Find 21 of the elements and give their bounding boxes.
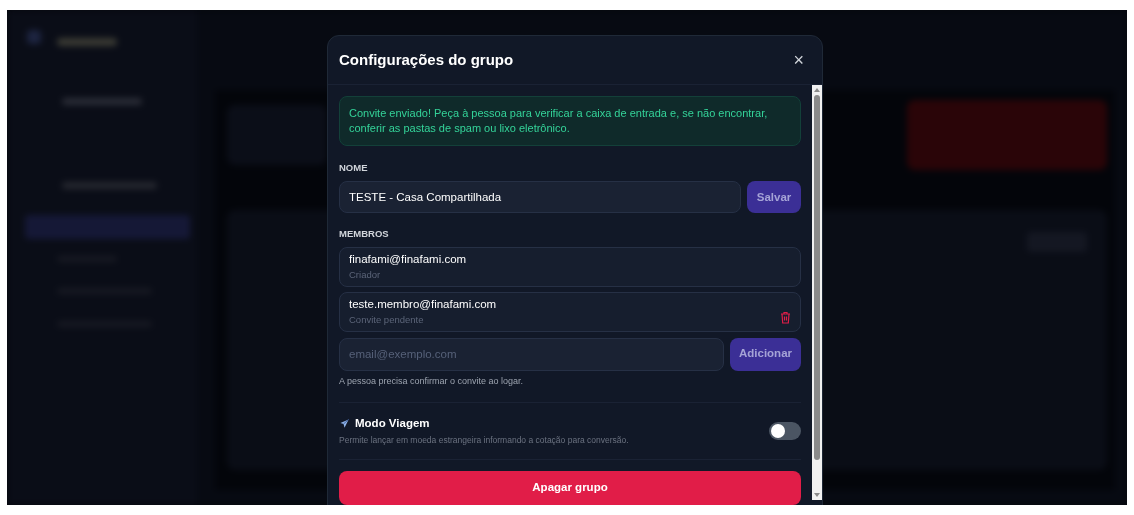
email-input-field[interactable]: email@exemplo.com [339,337,724,371]
airplane-icon [339,418,350,430]
name-input-field[interactable]: TESTE - Casa Compartilhada [339,181,741,214]
success-alert: Convite enviado! Peça à pessoa para verificar a caixa de entrada e, se não encontrar, conferir as pastas de spam ou lixo eletrônico. [339,96,801,146]
member-role: Criador [349,268,382,282]
trash-icon[interactable] [780,311,791,324]
travel-mode-label: Modo Viagem [355,416,430,431]
save-button[interactable]: Salvar [747,181,801,214]
scrollbar[interactable] [812,85,822,500]
member-email: finafami@finafami.com [349,251,467,267]
section-label: NOME [339,161,369,175]
member-email: teste.membro@finafami.com [349,296,497,312]
dialog-title: Configurações do grupo [339,49,514,70]
travel-mode-toggle[interactable] [769,422,801,440]
delete-group-button[interactable]: Apagar grupo [339,471,801,505]
section-label: MEMBROS [339,227,390,242]
close-button[interactable]: × [793,51,804,69]
add-button[interactable]: Adicionar [730,337,801,371]
hint-text: A pessoa precisa confirmar o convite ao logar. [339,374,525,388]
member-role: Convite pendente [349,313,425,327]
travel-mode-description: Permite lançar em moeda estrangeira informando a cotação para conversão. [339,434,629,447]
